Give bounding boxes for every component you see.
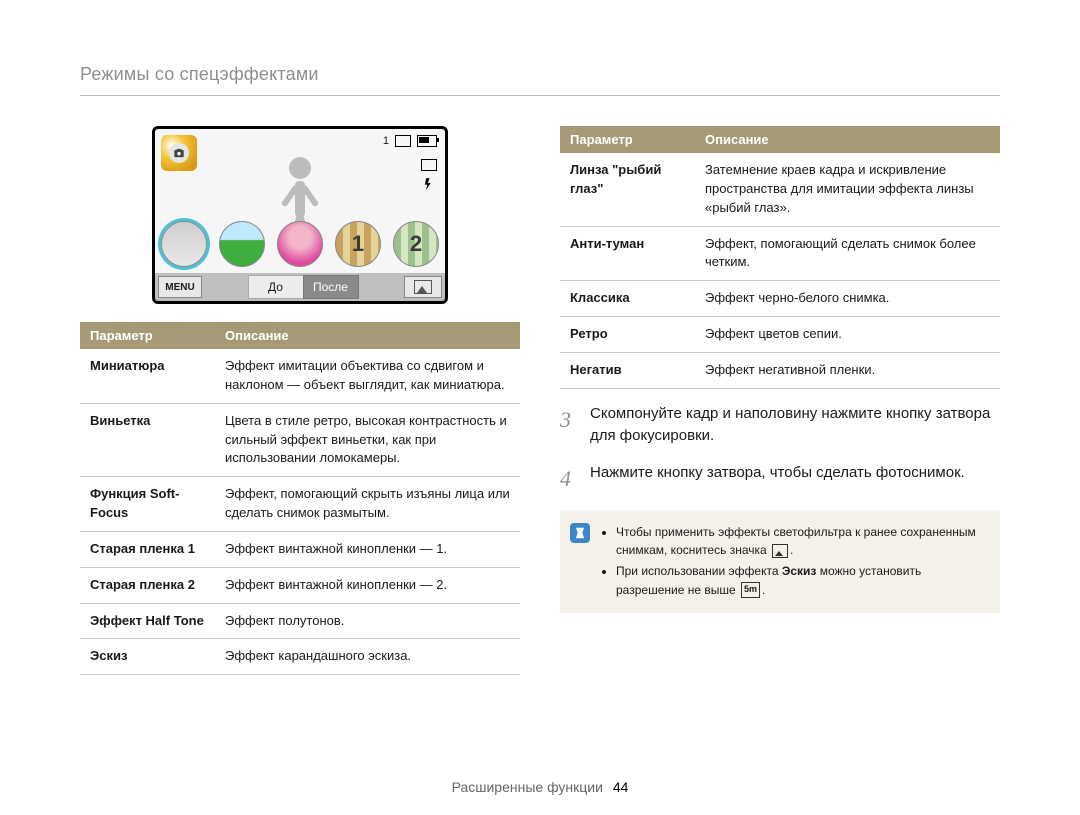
table-row: НегативЭффект негативной пленки. <box>560 352 1000 388</box>
note-item: Чтобы применить эффекты светофильтра к р… <box>616 523 986 560</box>
filter-thumb-landscape[interactable] <box>219 221 265 267</box>
before-button[interactable]: До <box>248 275 303 299</box>
step-3: 3 Скомпонуйте кадр и наполовину нажмите … <box>560 403 1000 448</box>
gallery-button[interactable] <box>404 276 442 298</box>
note-box: Чтобы применить эффекты светофильтра к р… <box>560 511 1000 613</box>
menu-button[interactable]: MENU <box>158 276 202 298</box>
bottom-bar: MENU До После <box>155 273 445 301</box>
table-row: Эффект Half ToneЭффект полутонов. <box>80 603 520 639</box>
filter-thumbnail-strip: 1 2 <box>161 221 439 267</box>
footer-section: Расширенные функции <box>452 779 603 795</box>
step-text: Скомпонуйте кадр и наполовину нажмите кн… <box>590 403 1000 448</box>
gallery-inline-icon <box>772 544 788 558</box>
shot-count: 1 <box>383 135 389 147</box>
table-row: КлассикаЭффект черно-белого снимка. <box>560 281 1000 317</box>
info-icon <box>570 523 590 543</box>
page-footer: Расширенные функции 44 <box>0 779 1080 795</box>
params-table-right: Параметр Описание Линза "рыбий глаз"Зате… <box>560 126 1000 389</box>
status-bar: 1 <box>383 135 437 147</box>
flash-auto-icon <box>422 177 436 194</box>
note-item: При использовании эффекта Эскиз можно ус… <box>616 562 986 599</box>
page-number: 44 <box>613 779 629 795</box>
page-title: Режимы со спецэффектами <box>80 64 1000 96</box>
params-table-left: Параметр Описание МиниатюраЭффект имитац… <box>80 322 520 675</box>
col-desc: Описание <box>215 322 520 349</box>
table-row: МиниатюраЭффект имитации объектива со сд… <box>80 349 520 403</box>
settings-column <box>421 159 437 194</box>
table-row: Старая пленка 1Эффект винтажной киноплен… <box>80 531 520 567</box>
table-row: ЭскизЭффект карандашного эскиза. <box>80 639 520 675</box>
step-number: 4 <box>560 462 576 495</box>
memory-icon <box>395 135 411 147</box>
table-row: ВиньеткаЦвета в стиле ретро, высокая кон… <box>80 403 520 477</box>
camera-icon <box>169 143 189 163</box>
col-desc: Описание <box>695 126 1000 153</box>
filter-thumb-oldfilm2[interactable]: 2 <box>393 221 439 267</box>
step-number: 3 <box>560 403 576 448</box>
table-row: Старая пленка 2Эффект винтажной киноплен… <box>80 567 520 603</box>
mode-badge <box>161 135 197 171</box>
step-4: 4 Нажмите кнопку затвора, чтобы сделать … <box>560 462 1000 495</box>
before-after-segment: До После <box>205 273 401 301</box>
step-text: Нажмите кнопку затвора, чтобы сделать фо… <box>590 462 965 495</box>
table-row: Анти-туманЭффект, помогающий сделать сни… <box>560 226 1000 281</box>
after-button[interactable]: После <box>303 275 359 299</box>
col-param: Параметр <box>80 322 215 349</box>
camera-screen-preview: 1 <box>152 126 448 304</box>
table-row: Линза "рыбий глаз"Затемнение краев кадра… <box>560 153 1000 226</box>
col-param: Параметр <box>560 126 695 153</box>
resolution-5m-icon: 5m <box>741 582 760 598</box>
filter-thumb-oldfilm1[interactable]: 1 <box>335 221 381 267</box>
size-icon <box>421 159 437 171</box>
filter-thumb-selected[interactable] <box>161 221 207 267</box>
battery-icon <box>417 135 437 147</box>
table-row: Функция Soft-FocusЭффект, помогающий скр… <box>80 477 520 532</box>
table-row: РетроЭффект цветов сепии. <box>560 317 1000 353</box>
gallery-icon <box>414 280 432 294</box>
filter-thumb-portrait[interactable] <box>277 221 323 267</box>
